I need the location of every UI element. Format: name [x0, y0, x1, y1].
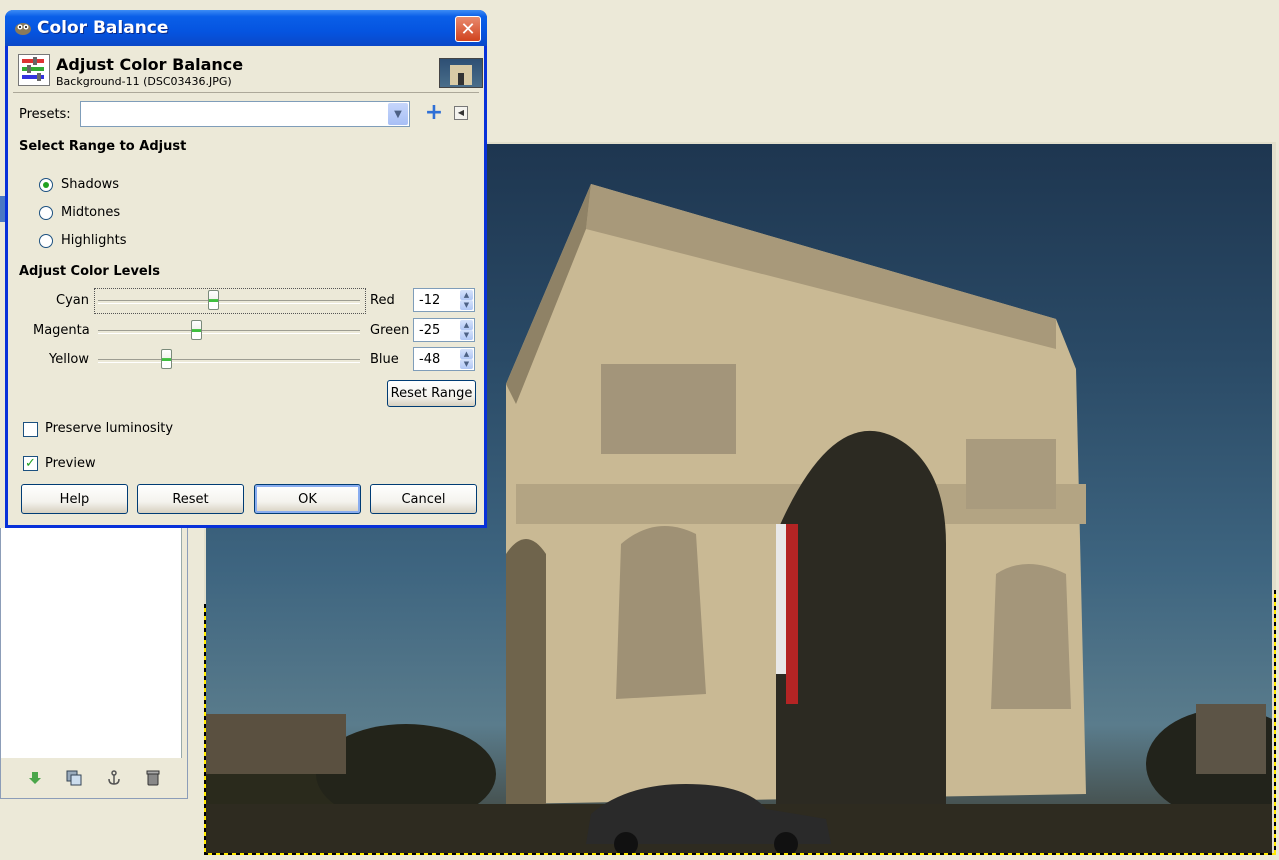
- delete-layer-icon[interactable]: [144, 769, 162, 787]
- spin-up-icon[interactable]: ▲: [460, 319, 473, 330]
- radio-highlights-label[interactable]: Highlights: [61, 233, 126, 248]
- spin-down-icon[interactable]: ▼: [460, 359, 473, 369]
- presets-label: Presets:: [19, 107, 71, 122]
- cancel-label: Cancel: [401, 491, 446, 507]
- ok-label: OK: [298, 491, 317, 507]
- reset-label: Reset: [172, 491, 209, 507]
- spin-down-icon[interactable]: ▼: [460, 330, 473, 340]
- layers-panel: [0, 528, 188, 799]
- blue-value: -48: [419, 352, 441, 367]
- radio-shadows-label[interactable]: Shadows: [61, 177, 119, 192]
- cancel-button[interactable]: Cancel: [370, 484, 477, 514]
- anchor-layer-icon[interactable]: [105, 769, 123, 787]
- color-balance-dialog: Color Balance ✕ Adjust Color Balance Bac…: [5, 10, 487, 528]
- dialog-titlebar[interactable]: Color Balance ✕: [5, 10, 487, 46]
- magenta-green-track[interactable]: [98, 330, 360, 334]
- cyan-label: Cyan: [56, 293, 89, 308]
- spin-up-icon[interactable]: ▲: [460, 289, 473, 300]
- green-label: Green: [370, 323, 410, 338]
- range-section-title: Select Range to Adjust: [19, 139, 187, 154]
- magenta-green-thumb[interactable]: [190, 320, 202, 340]
- chevron-down-icon[interactable]: ▼: [388, 103, 408, 125]
- reset-range-button[interactable]: Reset Range: [387, 380, 476, 407]
- color-balance-tool-icon: [18, 54, 50, 86]
- cyan-red-thumb[interactable]: [207, 290, 219, 310]
- preview-label[interactable]: Preview: [45, 456, 96, 471]
- presets-combo[interactable]: ▼: [80, 101, 410, 127]
- duplicate-layer-icon[interactable]: [65, 769, 83, 787]
- green-value: -25: [419, 323, 441, 338]
- radio-highlights[interactable]: [39, 234, 53, 248]
- magenta-label: Magenta: [33, 323, 90, 338]
- green-spinbox[interactable]: -25 ▲ ▼: [413, 318, 475, 342]
- blue-spinbox[interactable]: -48 ▲ ▼: [413, 347, 475, 371]
- radio-midtones[interactable]: [39, 206, 53, 220]
- ok-button[interactable]: OK: [254, 484, 361, 514]
- reset-button[interactable]: Reset: [137, 484, 244, 514]
- radio-shadows[interactable]: [39, 178, 53, 192]
- gimp-app-icon: [13, 19, 33, 37]
- preserve-luminosity-checkbox[interactable]: [23, 422, 38, 437]
- selection-outline-bottom: [204, 853, 1276, 855]
- add-preset-icon[interactable]: +: [424, 102, 444, 124]
- dialog-content: Adjust Color Balance Background-11 (DSC0…: [8, 46, 484, 525]
- spin-down-icon[interactable]: ▼: [460, 300, 473, 310]
- image-thumbnail: [439, 58, 483, 88]
- red-value: -12: [419, 293, 441, 308]
- layers-toolbar: [1, 762, 187, 794]
- red-label: Red: [370, 293, 395, 308]
- red-spinbox[interactable]: -12 ▲ ▼: [413, 288, 475, 312]
- yellow-label: Yellow: [49, 352, 90, 367]
- presets-menu-icon[interactable]: ◀: [454, 106, 468, 120]
- selection-outline-left: [204, 604, 206, 854]
- dialog-header: Adjust Color Balance Background-11 (DSC0…: [13, 50, 483, 93]
- levels-section-title: Adjust Color Levels: [19, 264, 160, 279]
- radio-midtones-label[interactable]: Midtones: [61, 205, 120, 220]
- layers-list[interactable]: [1, 528, 182, 758]
- yellow-blue-track[interactable]: [98, 359, 360, 363]
- cyan-red-track: [98, 300, 360, 304]
- close-icon: ✕: [460, 18, 476, 40]
- close-button[interactable]: ✕: [455, 16, 481, 42]
- yellow-blue-thumb[interactable]: [160, 349, 172, 369]
- preview-checkbox[interactable]: ✓: [23, 456, 38, 471]
- selection-outline-right: [1274, 590, 1276, 854]
- spin-up-icon[interactable]: ▲: [460, 348, 473, 359]
- reset-range-label: Reset Range: [390, 386, 473, 401]
- lower-layer-icon[interactable]: [26, 769, 44, 787]
- preserve-luminosity-label[interactable]: Preserve luminosity: [45, 421, 173, 436]
- blue-label: Blue: [370, 352, 399, 367]
- header-subtitle: Background-11 (DSC03436.JPG): [56, 75, 232, 88]
- header-title: Adjust Color Balance: [56, 55, 244, 74]
- help-label: Help: [59, 491, 90, 507]
- help-button[interactable]: Help: [21, 484, 128, 514]
- dialog-title: Color Balance: [37, 18, 169, 38]
